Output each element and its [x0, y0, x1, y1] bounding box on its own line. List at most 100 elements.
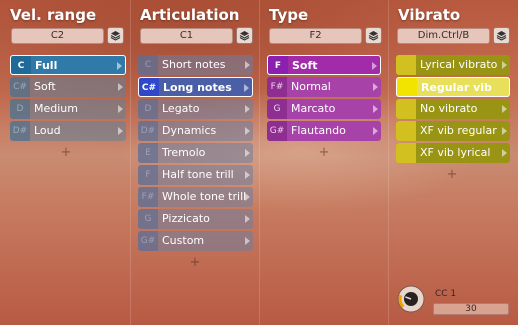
list-item-regular-vib[interactable]: Regular vib	[396, 77, 510, 97]
chevron-right-icon	[245, 237, 250, 245]
chevron-right-icon	[245, 215, 250, 223]
chevron-right-icon	[373, 105, 378, 113]
list-item-half-tone-trill[interactable]: F Half tone trill	[138, 165, 253, 185]
type-title: Type	[269, 6, 309, 24]
item-label: Flautando	[291, 124, 346, 137]
item-label: XF vib lyrical	[420, 146, 491, 159]
chevron-right-icon	[372, 62, 377, 70]
list-item-custom[interactable]: G# Custom	[138, 231, 253, 251]
key-label: F	[138, 165, 158, 185]
articulation-title: Articulation	[140, 6, 240, 24]
stack-icon[interactable]	[236, 27, 253, 44]
stack-icon[interactable]	[365, 27, 382, 44]
item-label: Normal	[291, 80, 331, 93]
vibrato-title: Vibrato	[398, 6, 461, 24]
list-item-whole-tone-trill[interactable]: F# Whole tone trill	[138, 187, 253, 207]
item-label: Soft	[34, 80, 56, 93]
key-label: C#	[10, 77, 30, 97]
key-label: D	[10, 99, 30, 119]
chevron-right-icon	[245, 105, 250, 113]
item-label: Full	[35, 59, 58, 72]
item-label: Long notes	[163, 81, 232, 94]
list-item-tremolo[interactable]: E Tremolo	[138, 143, 253, 163]
key-label: D#	[10, 121, 30, 141]
list-item-vel-full[interactable]: C Full	[10, 55, 126, 75]
item-label: Tremolo	[162, 146, 206, 159]
key-label	[396, 99, 416, 119]
add-type-button[interactable]: +	[317, 145, 331, 160]
key-label: F#	[267, 77, 287, 97]
chevron-right-icon	[502, 127, 507, 135]
type-column: Type F2 F Soft F# Normal G Marcato G# Fl…	[259, 0, 388, 325]
key-label: C#	[139, 78, 159, 96]
articulation-dropdown[interactable]: C1	[140, 28, 233, 44]
key-label: G	[267, 99, 287, 119]
key-label	[396, 121, 416, 141]
list-item-type-normal[interactable]: F# Normal	[267, 77, 381, 97]
item-label: Whole tone trill	[162, 190, 247, 203]
list-item-legato[interactable]: D Legato	[138, 99, 253, 119]
chevron-right-icon	[373, 83, 378, 91]
chevron-right-icon	[244, 84, 249, 92]
list-item-lyrical-vibrato[interactable]: Lyrical vibrato	[396, 55, 510, 75]
key-label: C	[11, 56, 31, 74]
vel-range-column: Vel. range C2 C Full C# Soft D Medium D#…	[0, 0, 130, 325]
chevron-right-icon	[502, 149, 507, 157]
vel-range-title: Vel. range	[10, 6, 97, 24]
cc-label: CC 1	[435, 289, 457, 299]
chevron-right-icon	[117, 62, 122, 70]
vel-range-dropdown[interactable]: C2	[11, 28, 104, 44]
list-item-type-flautando[interactable]: G# Flautando	[267, 121, 381, 141]
key-label: F	[268, 56, 288, 74]
articulation-column: Articulation C1 C Short notes C# Long no…	[130, 0, 259, 325]
stack-icon[interactable]	[493, 27, 510, 44]
item-label: Custom	[162, 234, 205, 247]
list-item-vel-soft[interactable]: C# Soft	[10, 77, 126, 97]
key-label: E	[138, 143, 158, 163]
chevron-right-icon	[502, 61, 507, 69]
item-label: Legato	[162, 102, 200, 115]
cc-value-field[interactable]: 30	[433, 303, 509, 315]
list-item-dynamics[interactable]: D# Dynamics	[138, 121, 253, 141]
list-item-short-notes[interactable]: C Short notes	[138, 55, 253, 75]
list-item-xf-vib-lyrical[interactable]: XF vib lyrical	[396, 143, 510, 163]
item-label: Loud	[34, 124, 61, 137]
chevron-right-icon	[245, 171, 250, 179]
type-dropdown[interactable]: F2	[269, 28, 362, 44]
key-label	[397, 78, 417, 96]
add-articulation-button[interactable]: +	[188, 255, 202, 270]
add-vel-range-button[interactable]: +	[59, 145, 73, 160]
item-label: Regular vib	[421, 81, 492, 94]
key-label	[396, 143, 416, 163]
list-item-pizzicato[interactable]: G Pizzicato	[138, 209, 253, 229]
vibrato-dropdown[interactable]: Dim.Ctrl/B	[397, 28, 490, 44]
item-label: Medium	[34, 102, 78, 115]
key-label	[396, 55, 416, 75]
item-label: Short notes	[162, 58, 226, 71]
list-item-vel-loud[interactable]: D# Loud	[10, 121, 126, 141]
key-label: G#	[267, 121, 287, 141]
chevron-right-icon	[118, 83, 123, 91]
item-label: Half tone trill	[162, 168, 234, 181]
chevron-right-icon	[373, 127, 378, 135]
list-item-type-soft[interactable]: F Soft	[267, 55, 381, 75]
item-label: XF vib regular	[420, 124, 497, 137]
item-label: Soft	[292, 59, 318, 72]
list-item-type-marcato[interactable]: G Marcato	[267, 99, 381, 119]
add-vibrato-button[interactable]: +	[445, 167, 459, 182]
list-item-xf-vib-regular[interactable]: XF vib regular	[396, 121, 510, 141]
list-item-vel-medium[interactable]: D Medium	[10, 99, 126, 119]
item-label: Lyrical vibrato	[420, 58, 498, 71]
item-label: Dynamics	[162, 124, 217, 137]
stack-icon[interactable]	[107, 27, 124, 44]
chevron-right-icon	[245, 127, 250, 135]
chevron-right-icon	[502, 105, 507, 113]
list-item-no-vibrato[interactable]: No vibrato	[396, 99, 510, 119]
knob-icon[interactable]	[396, 284, 426, 314]
key-label: D	[138, 99, 158, 119]
list-item-long-notes[interactable]: C# Long notes	[138, 77, 253, 97]
vibrato-column: Vibrato Dim.Ctrl/B Lyrical vibrato Regul…	[388, 0, 518, 325]
item-label: No vibrato	[420, 102, 478, 115]
key-label: G#	[138, 231, 158, 251]
chevron-right-icon	[245, 193, 250, 201]
